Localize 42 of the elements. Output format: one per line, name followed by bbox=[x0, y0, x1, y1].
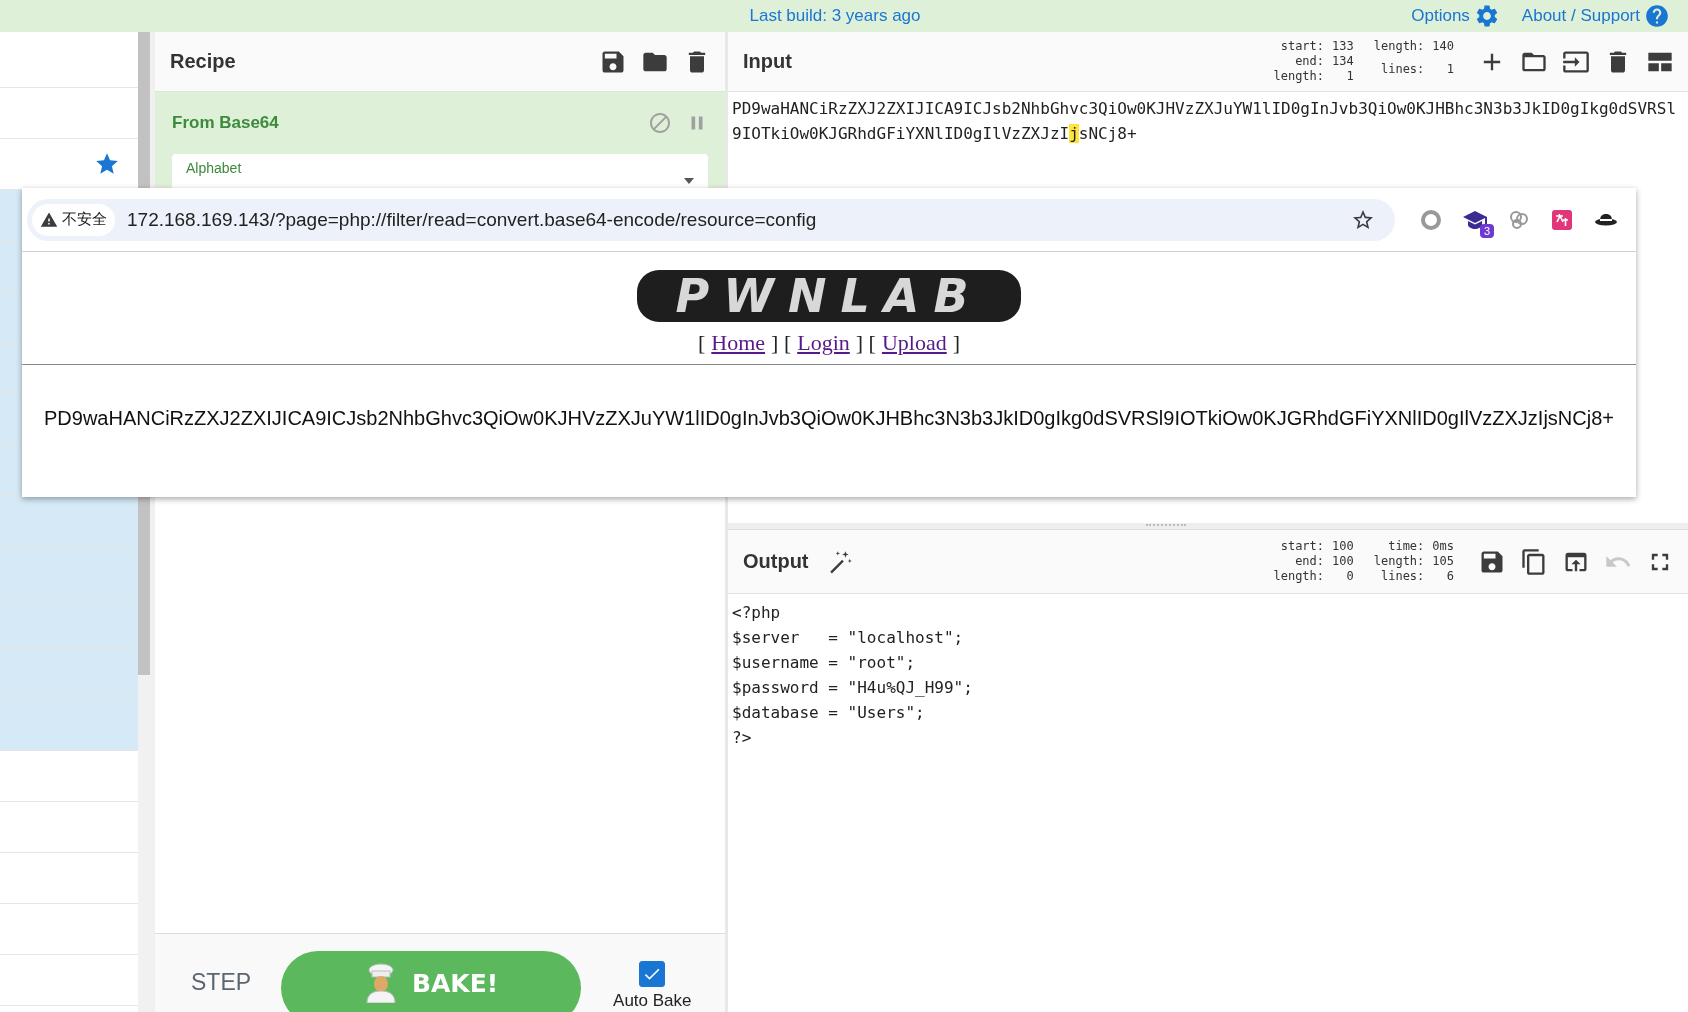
operation-name: From Base64 bbox=[172, 113, 279, 133]
build-info: Last build: 3 years ago bbox=[749, 6, 921, 26]
stat-label: end: bbox=[1294, 554, 1325, 569]
stat-label: length: bbox=[1373, 554, 1425, 569]
stat-value: 1 bbox=[1345, 69, 1354, 84]
stat-label: time: bbox=[1387, 539, 1425, 554]
url-text: 172.168.169.143/?page=php://filter/read=convert.base64-encode/resource=config bbox=[127, 208, 817, 231]
stat-value: 105 bbox=[1432, 554, 1454, 569]
output-line: $database = "Users"; bbox=[732, 702, 925, 724]
stat-value: 6 bbox=[1445, 569, 1454, 584]
stat-value: 0ms bbox=[1432, 539, 1454, 554]
checkbox-label: Auto Bake bbox=[613, 991, 692, 1011]
bracket-text: ] [ bbox=[771, 330, 792, 356]
stat-value: 1 bbox=[1445, 61, 1454, 78]
panel-title: Input bbox=[743, 50, 792, 73]
bracket-text: ] bbox=[952, 330, 961, 356]
stat-value: 134 bbox=[1332, 54, 1354, 69]
output-line: <?php bbox=[732, 602, 781, 624]
stat-label: length: bbox=[1373, 39, 1425, 55]
site-logo: PWNLAB bbox=[637, 270, 1021, 322]
stat-label: start: bbox=[1279, 539, 1325, 554]
stat-value: 133 bbox=[1332, 39, 1354, 54]
stat-label: lines: bbox=[1379, 61, 1425, 78]
bracket-text: ] [ bbox=[855, 330, 876, 356]
stat-value: 100 bbox=[1332, 554, 1354, 569]
stat-label: start: bbox=[1279, 39, 1325, 54]
stat-value: 100 bbox=[1332, 539, 1354, 554]
panel-title: Recipe bbox=[170, 50, 236, 73]
stat-value: 0 bbox=[1345, 569, 1354, 584]
output-line: ?> bbox=[732, 727, 752, 749]
stat-value: 140 bbox=[1432, 39, 1454, 55]
stat-label: end: bbox=[1294, 54, 1325, 69]
stat-label: length: bbox=[1273, 69, 1325, 84]
panel-title: Output bbox=[743, 550, 809, 573]
stat-label: length: bbox=[1273, 569, 1325, 584]
output-line: $password = "H4u%QJ_H99"; bbox=[732, 677, 973, 699]
output-line: $username = "root"; bbox=[732, 652, 916, 674]
output-line: $server = "localhost"; bbox=[732, 627, 964, 649]
extension-badge: 3 bbox=[1479, 223, 1494, 238]
bracket-text: [ bbox=[697, 330, 706, 356]
page-text: PD9waHANCiRzZXJ2ZXIJICA9ICJsb2NhbGhvc3QiOw0KJHVzZXJuYW1lID0gInJvb3QiOw0KJHBhc3N3b3JkID0gIkg0dSVRSl9IOTkiOw0KJGRhdGFiYXNlID0gIlVzZXJzIjsNCj8+ bbox=[44, 407, 1614, 430]
stat-label: lines: bbox=[1379, 569, 1425, 584]
